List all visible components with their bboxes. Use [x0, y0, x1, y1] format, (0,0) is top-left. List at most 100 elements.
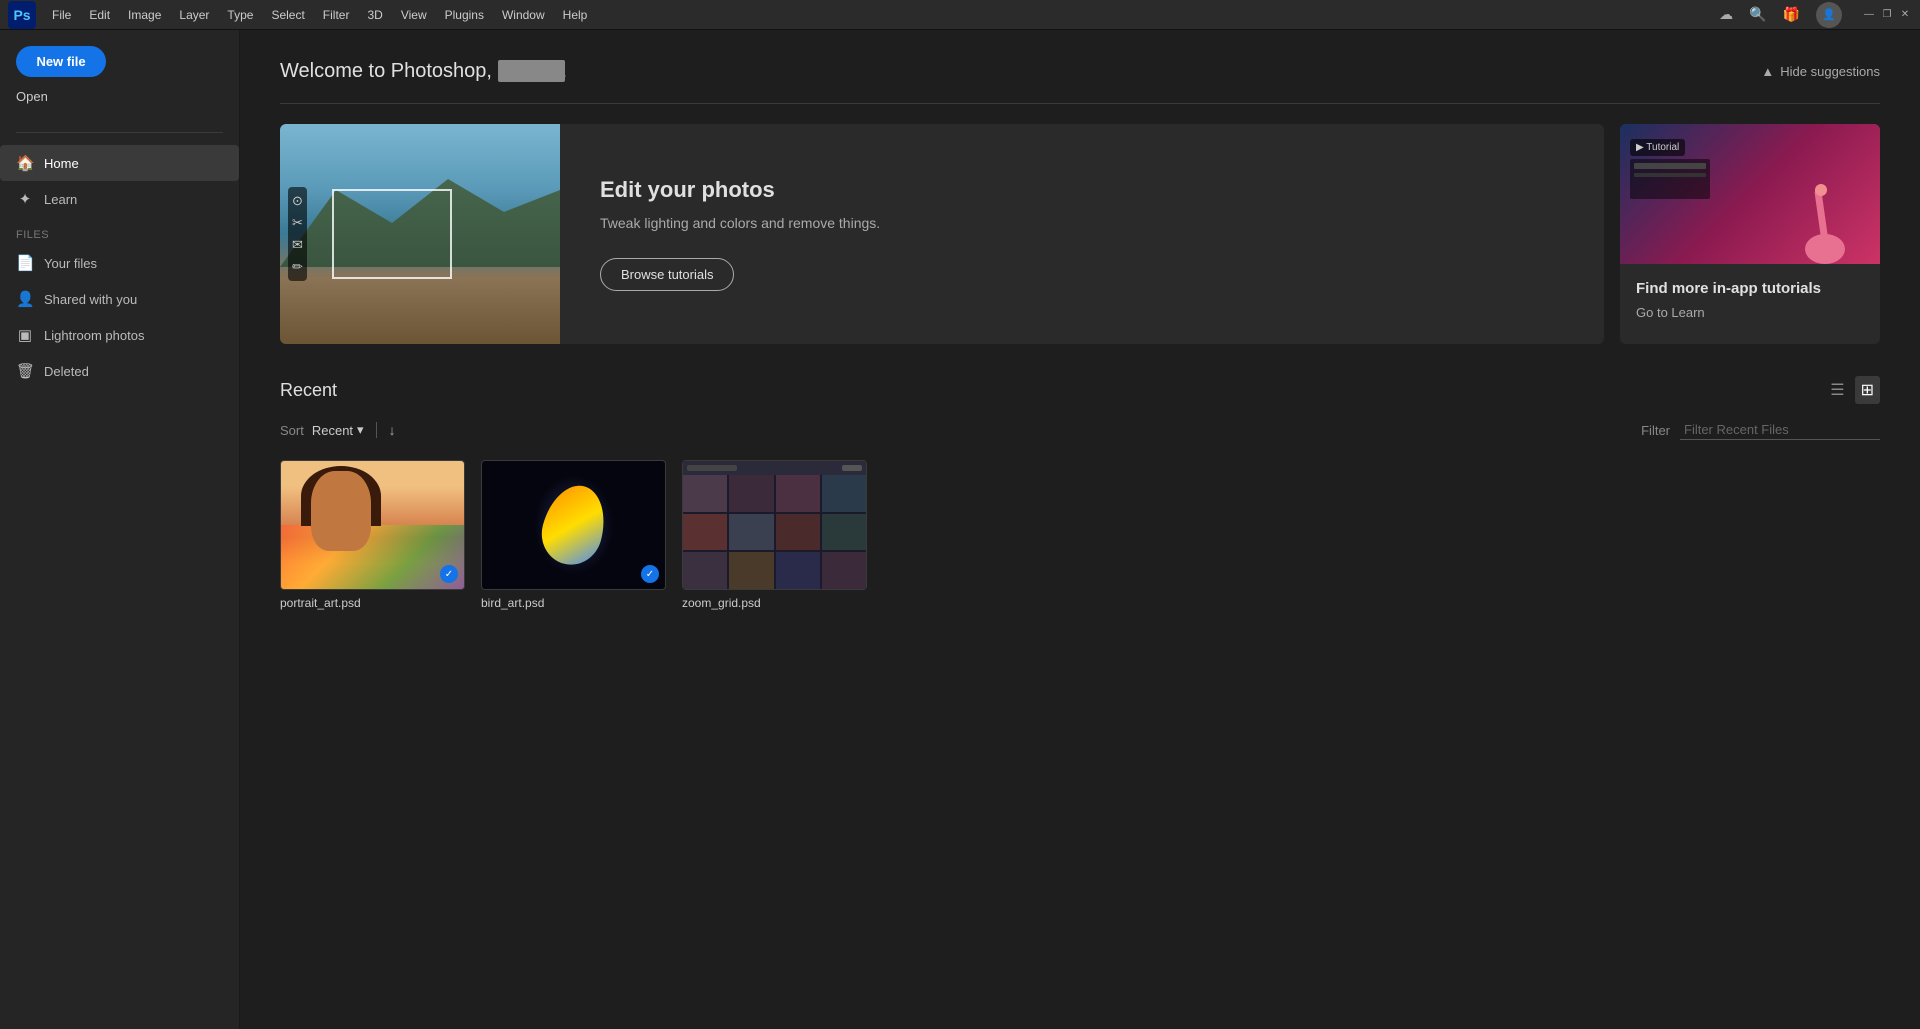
lightroom-label: Lightroom photos — [44, 328, 144, 343]
tool-icon-2: ✂ — [292, 215, 303, 231]
sidebar-home-label: Home — [44, 156, 79, 171]
recent-title: Recent — [280, 380, 337, 401]
menu-filter[interactable]: Filter — [315, 6, 358, 24]
edit-photos-image: ⊙ ✂ ✉ ✏ — [280, 124, 560, 344]
portrait-art-preview — [281, 461, 464, 589]
welcome-header: Welcome to Photoshop, Harsha ▲ Hide sugg… — [280, 60, 1880, 83]
search-icon[interactable]: 🔍 — [1749, 6, 1766, 23]
list-item[interactable]: ✓ bird_art.psd — [481, 460, 666, 610]
menu-file[interactable]: File — [44, 6, 79, 24]
menubar-items: File Edit Image Layer Type Select Filter… — [44, 6, 595, 24]
sidebar-item-deleted[interactable]: 🗑 Deleted — [0, 353, 239, 389]
tool-icon-3: ✉ — [292, 237, 303, 253]
menu-view[interactable]: View — [393, 6, 435, 24]
avatar[interactable]: 👤 — [1816, 2, 1842, 28]
home-icon: 🏠 — [16, 154, 34, 172]
main-content: Welcome to Photoshop, Harsha ▲ Hide sugg… — [240, 30, 1920, 1029]
suggestion-title: Edit your photos — [600, 177, 1564, 203]
recent-header: Recent ☰ ⊞ — [280, 376, 1880, 404]
suggestion-desc: Tweak lighting and colors and remove thi… — [600, 213, 1564, 234]
fish-art-preview — [482, 461, 665, 589]
list-view-icon: ☰ — [1830, 382, 1844, 399]
tutorials-card-title: Find more in-app tutorials — [1636, 280, 1864, 297]
menu-type[interactable]: Type — [219, 6, 261, 24]
menu-3d[interactable]: 3D — [359, 6, 390, 24]
minimize-button[interactable]: — — [1862, 8, 1876, 22]
sort-filter-row: Sort Recent ▾ ↓ Filter — [280, 420, 1880, 440]
your-files-label: Your files — [44, 256, 97, 271]
menu-window[interactable]: Window — [494, 6, 553, 24]
view-toggle: ☰ ⊞ — [1824, 376, 1880, 404]
sort-direction-button[interactable]: ↓ — [389, 422, 396, 438]
tutorial-ui-preview — [1630, 159, 1710, 199]
sort-value: Recent — [312, 423, 353, 438]
files-section-title: FILES — [0, 217, 239, 245]
cloud-icon[interactable]: ☁ — [1719, 6, 1733, 23]
suggestions-divider — [280, 103, 1880, 104]
zoom-grid-art — [683, 475, 866, 589]
new-file-button[interactable]: New file — [16, 46, 106, 77]
tutorials-card-image: ▶ Tutorial — [1620, 124, 1880, 264]
sidebar-top: New file Open — [0, 46, 239, 128]
filter-input[interactable] — [1680, 420, 1880, 440]
menu-plugins[interactable]: Plugins — [437, 6, 492, 24]
maximize-button[interactable]: ❐ — [1880, 8, 1894, 22]
menubar-right: ☁ 🔍 🎁 👤 — ❐ ✕ — [1719, 2, 1912, 28]
sidebar-item-lightroom[interactable]: ▣ Lightroom photos — [0, 317, 239, 353]
crop-overlay — [332, 189, 452, 279]
menu-help[interactable]: Help — [555, 6, 596, 24]
file-selected-check-1: ✓ — [440, 565, 458, 583]
shared-icon: 👤 — [16, 290, 34, 308]
go-to-learn-link[interactable]: Go to Learn — [1636, 305, 1864, 320]
file-name-3: zoom_grid.psd — [682, 596, 867, 610]
tool-icon-1: ⊙ — [292, 193, 303, 209]
learn-icon: ✦ — [16, 190, 34, 208]
sort-select[interactable]: Recent ▾ — [312, 422, 364, 438]
username-text: Harsha — [498, 60, 566, 82]
tutorial-preview-overlay: ▶ Tutorial — [1630, 139, 1685, 156]
lightroom-icon: ▣ — [16, 326, 34, 344]
page-title: Welcome to Photoshop, Harsha — [280, 60, 565, 83]
hide-suggestions-button[interactable]: ▲ Hide suggestions — [1761, 64, 1880, 79]
sort-label: Sort — [280, 423, 304, 438]
file-selected-check-2: ✓ — [641, 565, 659, 583]
marketplace-icon[interactable]: 🎁 — [1783, 6, 1800, 23]
deleted-label: Deleted — [44, 364, 89, 379]
file-thumbnail-2: ✓ — [481, 460, 666, 590]
edit-photos-text: Edit your photos Tweak lighting and colo… — [560, 124, 1604, 344]
sidebar: New file Open 🏠 Home ✦ Learn FILES 📄 You… — [0, 30, 240, 1029]
filter-label: Filter — [1641, 423, 1670, 438]
file-name-2: bird_art.psd — [481, 596, 666, 610]
tool-icon-4: ✏ — [292, 259, 303, 275]
list-item[interactable]: zoom_grid.psd — [682, 460, 867, 610]
sort-dir-icon: ↓ — [389, 422, 396, 438]
window-controls: — ❐ ✕ — [1862, 8, 1912, 22]
open-button[interactable]: Open — [16, 81, 48, 112]
menu-layer[interactable]: Layer — [171, 6, 217, 24]
sidebar-item-shared[interactable]: 👤 Shared with you — [0, 281, 239, 317]
sidebar-item-your-files[interactable]: 📄 Your files — [0, 245, 239, 281]
edit-photos-card: ⊙ ✂ ✉ ✏ Edit your photos Tweak lighting … — [280, 124, 1604, 344]
chevron-up-icon: ▲ — [1761, 64, 1774, 79]
close-button[interactable]: ✕ — [1898, 8, 1912, 22]
menu-edit[interactable]: Edit — [81, 6, 118, 24]
deleted-icon: 🗑 — [16, 362, 34, 380]
grid-view-icon: ⊞ — [1861, 382, 1874, 399]
sidebar-item-home[interactable]: 🏠 Home — [0, 145, 239, 181]
sidebar-item-learn[interactable]: ✦ Learn — [0, 181, 239, 217]
file-name-1: portrait_art.psd — [280, 596, 465, 610]
list-view-button[interactable]: ☰ — [1824, 376, 1850, 404]
browse-tutorials-button[interactable]: Browse tutorials — [600, 258, 734, 291]
grid-view-button[interactable]: ⊞ — [1855, 376, 1880, 404]
app-body: New file Open 🏠 Home ✦ Learn FILES 📄 You… — [0, 30, 1920, 1029]
file-thumbnail-3 — [682, 460, 867, 590]
menubar: Ps File Edit Image Layer Type Select Fil… — [0, 0, 1920, 30]
overlay-tools: ⊙ ✂ ✉ ✏ — [288, 187, 307, 281]
menu-image[interactable]: Image — [120, 6, 169, 24]
suggestions-row: ⊙ ✂ ✉ ✏ Edit your photos Tweak lighting … — [280, 124, 1880, 344]
shared-label: Shared with you — [44, 292, 137, 307]
hide-suggestions-label: Hide suggestions — [1780, 64, 1880, 79]
list-item[interactable]: ✓ portrait_art.psd — [280, 460, 465, 610]
menu-select[interactable]: Select — [263, 6, 312, 24]
file-grid: ✓ portrait_art.psd ✓ bird_art.psd — [280, 460, 1880, 610]
